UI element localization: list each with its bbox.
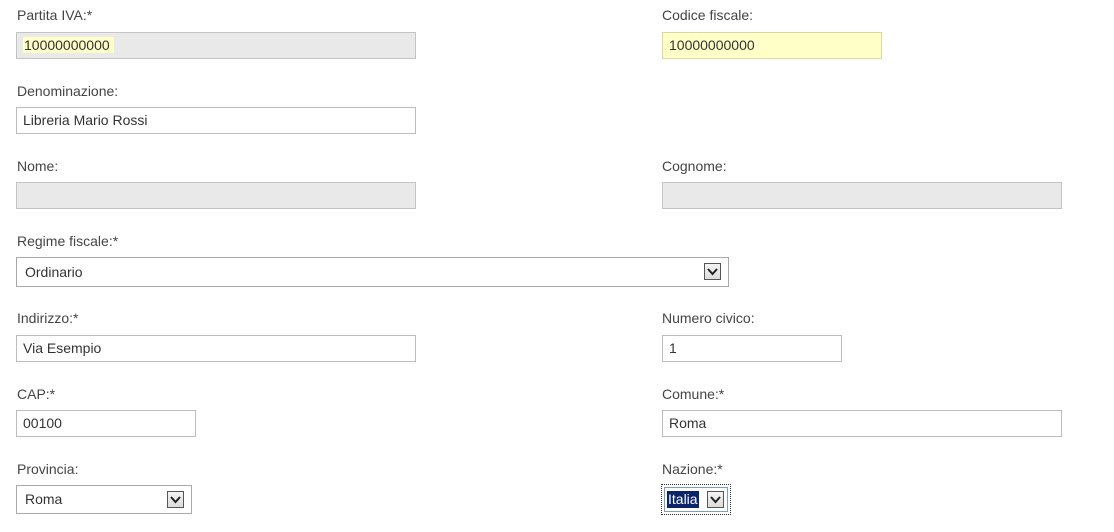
nazione-select[interactable]: Italia <box>661 484 731 515</box>
partita-iva-value: 10000000000 <box>23 37 114 53</box>
cap-value: 00100 <box>23 415 62 431</box>
denominazione-value: Libreria Mario Rossi <box>23 112 148 128</box>
chevron-down-icon[interactable] <box>167 491 184 508</box>
codice-fiscale-field[interactable]: 10000000000 <box>662 32 882 59</box>
nome-field[interactable] <box>16 182 416 209</box>
codice-fiscale-label: Codice fiscale: <box>662 7 754 23</box>
provincia-select[interactable]: Roma <box>16 485 192 514</box>
numero-civico-value: 1 <box>669 340 677 356</box>
indirizzo-label: Indirizzo:* <box>17 310 79 326</box>
regime-fiscale-value: Ordinario <box>25 264 83 280</box>
denominazione-field[interactable]: Libreria Mario Rossi <box>16 107 416 134</box>
regime-fiscale-select[interactable]: Ordinario <box>16 257 729 287</box>
nazione-label: Nazione:* <box>662 461 723 477</box>
regime-fiscale-label: Regime fiscale:* <box>17 233 119 249</box>
indirizzo-value: Via Esempio <box>23 340 102 356</box>
provincia-label: Provincia: <box>17 461 79 477</box>
indirizzo-field[interactable]: Via Esempio <box>16 335 416 362</box>
cap-label: CAP:* <box>17 386 56 402</box>
cognome-label: Cognome: <box>662 158 727 174</box>
numero-civico-field[interactable]: 1 <box>662 335 842 362</box>
comune-label: Comune:* <box>662 386 725 402</box>
chevron-down-icon[interactable] <box>707 491 724 508</box>
nazione-value: Italia <box>667 491 699 508</box>
partita-iva-field[interactable]: 10000000000 <box>16 32 416 59</box>
numero-civico-label: Numero civico: <box>662 310 755 326</box>
denominazione-label: Denominazione: <box>17 83 119 99</box>
codice-fiscale-value: 10000000000 <box>669 37 755 53</box>
provincia-value: Roma <box>25 491 63 507</box>
cap-field[interactable]: 00100 <box>16 410 196 437</box>
nome-label: Nome: <box>17 158 59 174</box>
chevron-down-icon[interactable] <box>704 263 721 280</box>
comune-value: Roma <box>669 415 707 431</box>
partita-iva-label: Partita IVA:* <box>17 7 93 23</box>
comune-field[interactable]: Roma <box>662 410 1062 437</box>
cognome-field[interactable] <box>662 182 1062 209</box>
